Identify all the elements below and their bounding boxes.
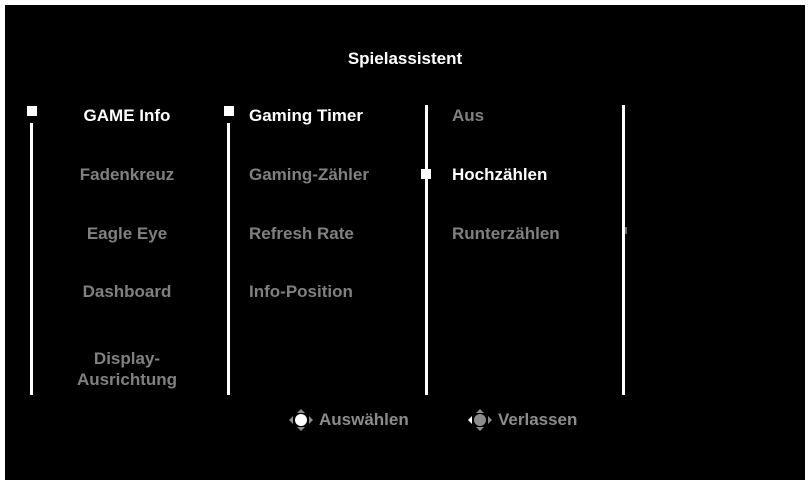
- scroll-tick-mark: [625, 227, 627, 234]
- column-divider-sub: [227, 123, 230, 395]
- exit-button[interactable]: Verlassen: [467, 408, 577, 432]
- menu-title: Spielassistent: [347, 49, 463, 68]
- joystick-icon: [289, 409, 313, 431]
- selection-marker-main: [27, 106, 37, 116]
- joystick-left-icon: [468, 409, 492, 431]
- exit-label: Verlassen: [498, 410, 578, 429]
- submenu-item-gaming-zaehler[interactable]: Gaming-Zähler: [249, 164, 369, 185]
- column-divider-right: [622, 105, 625, 395]
- submenu-item-refresh-rate[interactable]: Refresh Rate: [249, 223, 354, 244]
- select-button[interactable]: Auswählen: [288, 408, 409, 432]
- option-item-aus[interactable]: Aus: [452, 105, 484, 126]
- menu-item-label-line1: Display-: [93, 349, 161, 368]
- submenu-item-info-position[interactable]: Info-Position: [249, 281, 353, 302]
- selection-marker-sub: [224, 106, 234, 116]
- option-item-hochzaehlen[interactable]: Hochzählen: [452, 164, 547, 185]
- menu-item-dashboard[interactable]: Dashboard: [49, 281, 205, 302]
- selection-marker-option: [421, 169, 431, 179]
- menu-item-game-info[interactable]: GAME Info: [49, 105, 205, 126]
- submenu-item-gaming-timer[interactable]: Gaming Timer: [249, 105, 363, 126]
- menu-item-fadenkreuz[interactable]: Fadenkreuz: [49, 164, 205, 185]
- select-label: Auswählen: [319, 410, 409, 429]
- option-item-runterzaehlen[interactable]: Runterzählen: [452, 223, 560, 244]
- menu-item-eagle-eye[interactable]: Eagle Eye: [49, 223, 205, 244]
- column-divider-main: [30, 123, 33, 395]
- menu-item-display-ausrichtung[interactable]: Display- Ausrichtung: [49, 348, 205, 390]
- menu-item-label-line2: Ausrichtung: [76, 370, 178, 389]
- column-divider-options: [425, 105, 428, 395]
- osd-menu-panel: Spielassistent GAME Info Fadenkreuz Eagl…: [5, 5, 805, 480]
